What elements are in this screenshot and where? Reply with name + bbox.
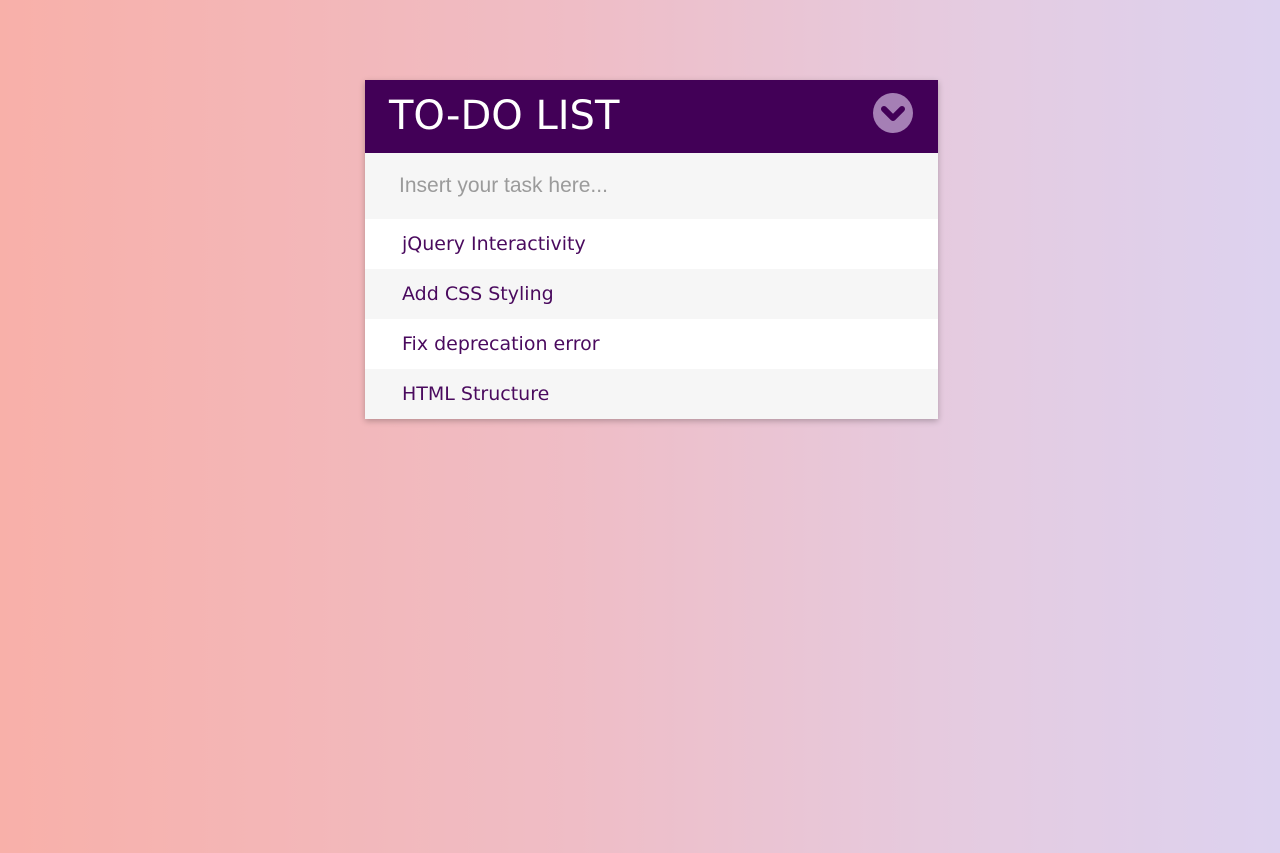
todo-header: TO-DO LIST	[365, 80, 938, 153]
list-item[interactable]: HTML Structure	[365, 369, 938, 419]
task-input[interactable]	[365, 153, 938, 219]
list-item[interactable]: jQuery Interactivity	[365, 219, 938, 269]
task-list: jQuery Interactivity Add CSS Styling Fix…	[365, 219, 938, 419]
todo-card: TO-DO LIST jQuery Interactivity Add CSS …	[365, 80, 938, 419]
task-input-wrap	[365, 153, 938, 219]
list-item[interactable]: Add CSS Styling	[365, 269, 938, 319]
page-title: TO-DO LIST	[389, 93, 620, 139]
chevron-down-icon	[881, 106, 905, 121]
toggle-input-button[interactable]	[873, 93, 913, 133]
list-item[interactable]: Fix deprecation error	[365, 319, 938, 369]
